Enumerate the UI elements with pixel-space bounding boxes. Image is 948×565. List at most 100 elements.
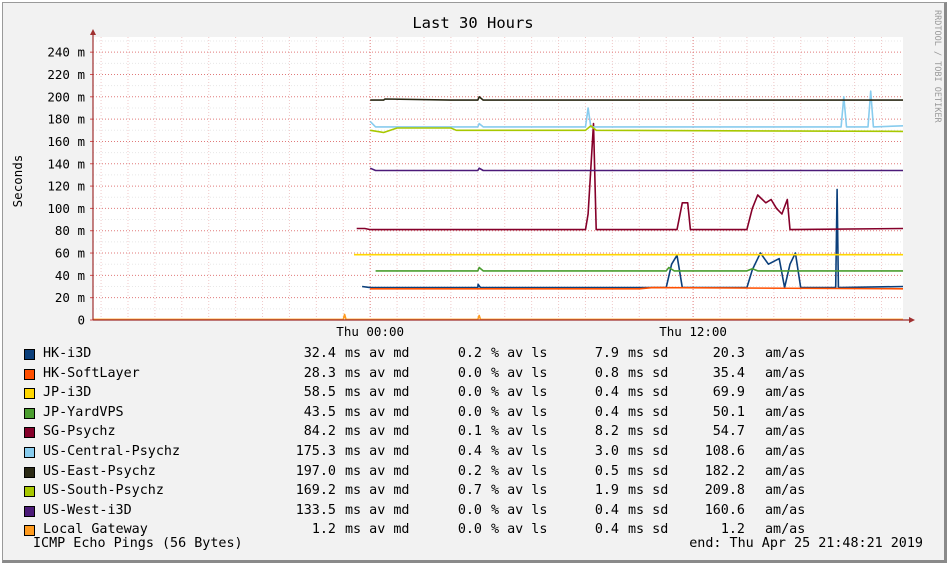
legend-amas: 160.6 (704, 502, 745, 518)
legend-loss: 0.0 (457, 365, 482, 381)
legend-avg: 84.2 (303, 424, 336, 440)
legend-loss: 0.1 (457, 424, 482, 440)
legend-name: JP-i3D (43, 385, 92, 401)
legend-avg: 1.2 (311, 522, 336, 538)
legend-amas: 20.3 (712, 346, 745, 361)
graph-description: ICMP Echo Pings (56 Bytes) (33, 536, 243, 551)
y-tick-label: 160 m (47, 134, 85, 149)
legend-row: HK-i3D 32.4 ms av md 0.2 % av ls 7.9 ms sd 20.3… (23, 344, 943, 364)
y-tick-label: 240 m (47, 45, 85, 60)
legend-sd-unit: ms sd (628, 463, 669, 479)
legend-avg: 175.3 (295, 443, 336, 459)
legend-name: HK-i3D (43, 346, 92, 361)
legend-loss: 0.0 (457, 385, 482, 401)
legend: HK-i3D 32.4 ms av md 0.2 % av ls 7.9 ms sd 20.3… (23, 344, 943, 540)
legend-sd: 0.8 (594, 365, 619, 381)
end-timestamp: end: Thu Apr 25 21:48:21 2019 (689, 536, 923, 551)
y-tick-label: 20 m (55, 290, 85, 305)
legend-loss-unit: % av ls (491, 365, 548, 381)
legend-sd: 3.0 (594, 443, 619, 459)
legend-loss: 0.4 (457, 443, 482, 459)
legend-avg-unit: ms av md (345, 502, 410, 518)
legend-sd: 0.4 (594, 522, 619, 538)
legend-sd-unit: ms sd (628, 483, 669, 499)
legend-amas: 69.9 (712, 385, 745, 401)
legend-amas: 54.7 (712, 424, 745, 440)
legend-loss: 0.0 (457, 522, 482, 538)
x-tick-label: Thu 12:00 (659, 324, 727, 339)
legend-loss-unit: % av ls (491, 522, 548, 538)
legend-row: US-East-Psychz 197.0 ms av md 0.2 % av ls 0.5… (23, 462, 943, 482)
legend-sd-unit: ms sd (628, 365, 669, 381)
legend-amas-unit: am/as (765, 404, 806, 420)
legend-amas: 182.2 (704, 463, 745, 479)
x-axis-arrow (909, 317, 915, 323)
legend-sd-unit: ms sd (628, 502, 669, 518)
legend-amas-unit: am/as (765, 483, 806, 499)
legend-sd-unit: ms sd (628, 424, 669, 440)
chart-title: Last 30 Hours (412, 14, 533, 32)
legend-loss-unit: % av ls (491, 502, 548, 518)
legend-name: US-East-Psychz (43, 463, 156, 479)
legend-avg: 43.5 (303, 404, 336, 420)
legend-name: JP-YardVPS (43, 404, 124, 420)
legend-avg-unit: ms av md (345, 385, 410, 401)
y-tick-label: 120 m (47, 179, 85, 194)
y-axis-arrow (90, 29, 96, 35)
x-tick-label: Thu 00:00 (336, 324, 404, 339)
legend-sd: 0.4 (594, 502, 619, 518)
rrdtool-watermark: RRDTOOL / TOBI OETIKER (932, 10, 942, 123)
legend-avg-unit: ms av md (345, 443, 410, 459)
legend-avg-unit: ms av md (345, 463, 410, 479)
legend-avg: 133.5 (295, 502, 336, 518)
legend-sd-unit: ms sd (628, 443, 669, 459)
legend-loss: 0.2 (457, 346, 482, 361)
legend-avg-unit: ms av md (345, 522, 410, 538)
legend-swatch (24, 466, 35, 478)
legend-amas-unit: am/as (765, 365, 806, 381)
legend-avg: 197.0 (295, 463, 336, 479)
y-tick-label: 0 (77, 313, 85, 328)
legend-swatch (24, 505, 35, 517)
legend-loss-unit: % av ls (491, 404, 548, 420)
legend-swatch (24, 368, 35, 380)
y-tick-label: 100 m (47, 201, 85, 216)
legend-avg: 28.3 (303, 365, 336, 381)
y-tick-label: 200 m (47, 89, 85, 104)
legend-row: HK-SoftLayer 28.3 ms av md 0.0 % av ls 0.8 ms … (23, 364, 943, 384)
legend-avg-unit: ms av md (345, 483, 410, 499)
legend-swatch (24, 525, 35, 537)
legend-loss-unit: % av ls (491, 424, 548, 440)
legend-sd-unit: ms sd (628, 522, 669, 538)
legend-name: SG-Psychz (43, 424, 116, 440)
y-tick-label: 180 m (47, 112, 85, 127)
legend-row: US-South-Psychz 169.2 ms av md 0.7 % av ls 1.… (23, 481, 943, 501)
y-axis-label: Seconds (10, 155, 25, 208)
y-tick-label: 80 m (55, 223, 85, 238)
legend-sd-unit: ms sd (628, 385, 669, 401)
legend-sd: 8.2 (594, 424, 619, 440)
legend-row: JP-i3D 58.5 ms av md 0.0 % av ls 0.4 ms sd 69.9… (23, 383, 943, 403)
legend-loss-unit: % av ls (491, 346, 548, 361)
legend-sd: 0.4 (594, 385, 619, 401)
legend-avg: 169.2 (295, 483, 336, 499)
legend-row: SG-Psychz 84.2 ms av md 0.1 % av ls 8.2 ms sd 5… (23, 422, 943, 442)
legend-amas: 35.4 (712, 365, 745, 381)
legend-amas-unit: am/as (765, 385, 806, 401)
legend-sd: 0.5 (594, 463, 619, 479)
y-tick-label: 40 m (55, 268, 85, 283)
legend-avg: 58.5 (303, 385, 336, 401)
legend-sd: 7.9 (594, 346, 619, 361)
legend-avg-unit: ms av md (345, 424, 410, 440)
legend-loss: 0.0 (457, 502, 482, 518)
legend-row: JP-YardVPS 43.5 ms av md 0.0 % av ls 0.4 ms sd… (23, 403, 943, 423)
legend-name: US-West-i3D (43, 502, 132, 518)
legend-row: US-West-i3D 133.5 ms av md 0.0 % av ls 0.4 ms … (23, 501, 943, 521)
legend-sd-unit: ms sd (628, 404, 669, 420)
legend-swatch (24, 427, 35, 439)
legend-swatch (24, 446, 35, 458)
ping-chart: Last 30 Hours RRDTOOL / TOBI OETIKER Sec… (10, 10, 942, 339)
legend-sd: 1.9 (594, 483, 619, 499)
legend-avg-unit: ms av md (345, 365, 410, 381)
legend-avg-unit: ms av md (345, 346, 410, 361)
